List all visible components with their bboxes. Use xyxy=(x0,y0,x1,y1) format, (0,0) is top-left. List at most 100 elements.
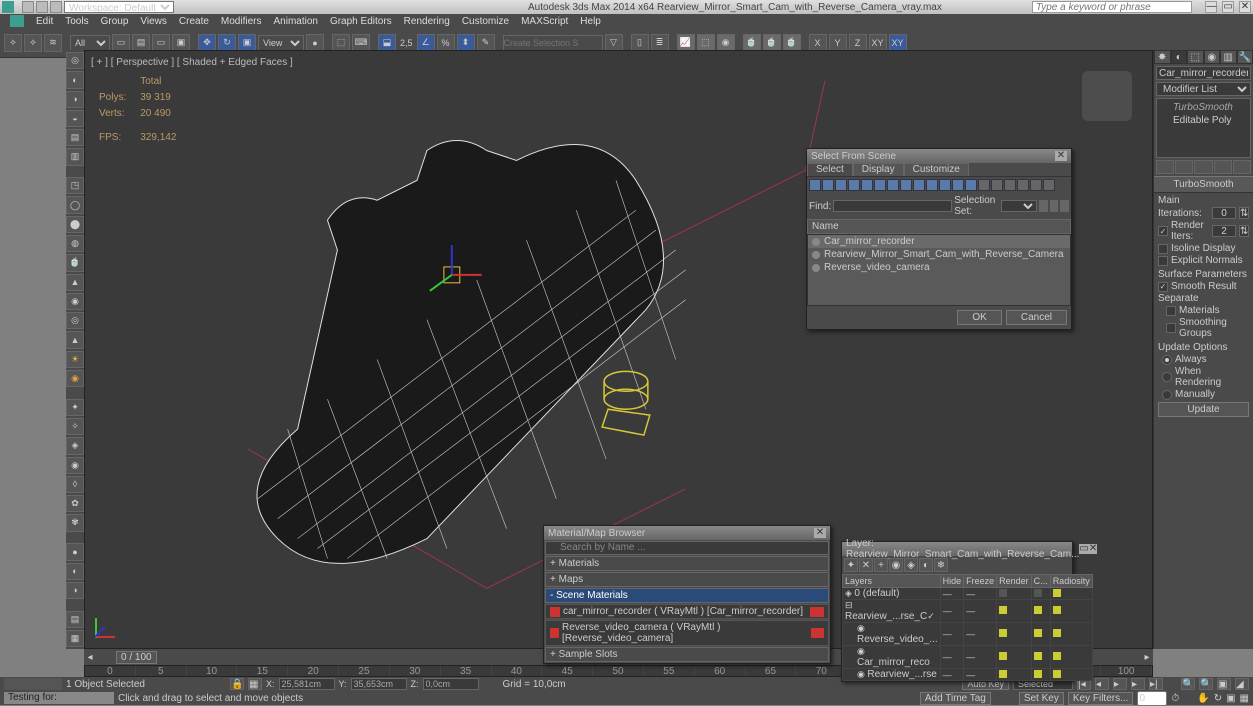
helper2-icon[interactable]: ◐ xyxy=(66,563,84,580)
prim-teapot-icon[interactable]: 🍵 xyxy=(66,254,84,271)
prim-cone-icon[interactable]: ▲ xyxy=(66,274,84,291)
mmb-cat-maps[interactable]: + Maps xyxy=(545,572,829,587)
light-omni-icon[interactable]: ◉ xyxy=(66,370,84,387)
menu-views[interactable]: Views xyxy=(140,16,167,27)
layer-row[interactable]: ◉ Rearview_...rse—— xyxy=(843,669,1093,681)
time-next-icon[interactable]: ▸ xyxy=(1141,652,1153,663)
menu-tools[interactable]: Tools xyxy=(65,16,88,27)
prim-box-icon[interactable]: ◳ xyxy=(66,177,84,194)
light-sun-icon[interactable]: ☀ xyxy=(66,351,84,368)
x-coord-input[interactable] xyxy=(279,678,335,690)
next-frame-icon[interactable]: ▸ xyxy=(1131,678,1145,690)
render-spin-btns[interactable]: ⇅ xyxy=(1239,225,1249,237)
tab-hierarchy-icon[interactable]: ◑ xyxy=(66,91,84,108)
tab-utilities[interactable]: 🔧 xyxy=(1237,50,1253,64)
prim-sphere-icon[interactable]: ◯ xyxy=(66,196,84,213)
goto-end-icon[interactable]: ▸| xyxy=(1149,678,1163,690)
align-icon[interactable]: ▯ xyxy=(631,34,649,52)
time-config-icon[interactable]: ⏱ xyxy=(1171,693,1179,704)
menu-customize[interactable]: Customize xyxy=(462,16,509,27)
manually-radio[interactable] xyxy=(1162,390,1172,400)
abs-rel-icon[interactable]: ▦ xyxy=(248,678,262,690)
constraint-y-icon[interactable]: Y xyxy=(829,34,847,52)
sfs-filter-icon[interactable] xyxy=(809,179,821,191)
bind-icon[interactable]: ≋ xyxy=(44,34,62,52)
time-handle[interactable]: 0 / 100 xyxy=(116,651,157,664)
menu-edit[interactable]: Edit xyxy=(36,16,53,27)
tab-motion-icon[interactable]: ◒ xyxy=(66,110,84,127)
prim-cyl-icon[interactable]: ⬤ xyxy=(66,216,84,233)
lyr-add-icon[interactable]: + xyxy=(874,558,888,572)
menu-group[interactable]: Group xyxy=(101,16,129,27)
pivot-icon[interactable]: ● xyxy=(306,34,324,52)
explicit-check[interactable] xyxy=(1158,256,1168,266)
unique-icon[interactable] xyxy=(1194,160,1212,174)
material-editor-icon[interactable]: ◉ xyxy=(717,34,735,52)
mmb-search-input[interactable]: Search by Name ... xyxy=(545,541,829,555)
mmb-cat-scene[interactable]: - Scene Materials xyxy=(545,588,829,603)
sfs-find-input[interactable] xyxy=(833,200,952,212)
modifier-list-select[interactable]: Modifier List xyxy=(1156,82,1251,96)
maximize-vp-icon[interactable]: ▣ xyxy=(1226,693,1235,704)
manipulate-icon[interactable]: ⬚ xyxy=(332,34,350,52)
sfs-tab-select[interactable]: Select xyxy=(807,163,853,176)
fov-icon[interactable]: ◢ xyxy=(1235,678,1249,690)
sfs-item-3[interactable]: Reverse_video_camera xyxy=(808,261,1070,274)
lyr-close-icon[interactable]: ✕ xyxy=(1089,544,1097,554)
always-radio[interactable] xyxy=(1162,355,1172,365)
tab-display-icon[interactable]: ▤ xyxy=(66,129,84,146)
prim-tube-icon[interactable]: ◎ xyxy=(66,312,84,329)
stack-turbosmooth[interactable]: TurboSmooth xyxy=(1159,101,1248,114)
move-icon[interactable]: ✥ xyxy=(198,34,216,52)
menu-modifiers[interactable]: Modifiers xyxy=(221,16,262,27)
tab-modify[interactable]: ◐ xyxy=(1171,50,1188,64)
named-sel-input[interactable] xyxy=(503,35,603,51)
mmb-item-1[interactable]: car_mirror_recorder ( VRayMtl ) [Car_mir… xyxy=(545,604,829,619)
prim-torus-icon[interactable]: ◍ xyxy=(66,235,84,252)
constraint-x-icon[interactable]: X xyxy=(809,34,827,52)
layer-row[interactable]: ⊟ Rearview_...rse_C✓—— xyxy=(843,600,1093,623)
workspace-select[interactable]: Workspace: Default xyxy=(64,1,174,13)
addtag-button[interactable]: Add Time Tag xyxy=(920,692,991,705)
render1-icon[interactable]: ▤ xyxy=(66,611,84,628)
keyfilters-button[interactable]: Key Filters... xyxy=(1068,692,1134,705)
update-button[interactable]: Update xyxy=(1158,402,1249,417)
render-iters-spinner[interactable]: 2 xyxy=(1212,225,1236,237)
sfs-name-header[interactable]: Name xyxy=(807,219,1071,234)
brush2-icon[interactable]: ✧ xyxy=(66,418,84,435)
prim-pyr-icon[interactable]: ▲ xyxy=(66,331,84,348)
time-prev-icon[interactable]: ◂ xyxy=(84,652,96,663)
tab-motion[interactable]: ◉ xyxy=(1204,50,1221,64)
lyr-min-icon[interactable]: ▭ xyxy=(1079,544,1088,554)
current-frame-input[interactable] xyxy=(1137,691,1167,706)
smooth-check[interactable]: ✓ xyxy=(1158,282,1168,292)
mmb-item-2[interactable]: Reverse_video_camera ( VRayMtl ) [Revers… xyxy=(545,620,829,646)
lyr-del-icon[interactable]: ✕ xyxy=(859,558,873,572)
sfs-list[interactable]: Car_mirror_recorder Rearview_Mirror_Smar… xyxy=(807,234,1071,306)
sfs-selset-select[interactable] xyxy=(1001,200,1038,212)
show-end-icon[interactable] xyxy=(1175,160,1193,174)
sfs-tab-customize[interactable]: Customize xyxy=(904,163,969,176)
app-menu-icon[interactable] xyxy=(10,15,24,27)
snap-toggle-icon[interactable]: ⬓ xyxy=(378,34,396,52)
paint4-icon[interactable]: ✿ xyxy=(66,495,84,512)
materials-check[interactable] xyxy=(1166,306,1176,316)
layer-row[interactable]: ◉ Car_mirror_reco—— xyxy=(843,646,1093,669)
percent-snap-icon[interactable]: % xyxy=(437,34,455,52)
pan-icon[interactable]: ✋ xyxy=(1197,693,1209,704)
paint1-icon[interactable]: ◈ xyxy=(66,437,84,454)
constraint-xy2-icon[interactable]: XY xyxy=(889,34,907,52)
trackbar-filter-icon[interactable] xyxy=(4,678,62,690)
sfs-item-1[interactable]: Car_mirror_recorder xyxy=(808,235,1070,248)
selection-filter[interactable]: All xyxy=(70,35,110,51)
select-object-icon[interactable]: ▭ xyxy=(112,34,130,52)
viewcube[interactable] xyxy=(1082,71,1132,121)
select-link-icon[interactable]: ⟡ xyxy=(4,34,22,52)
remove-mod-icon[interactable] xyxy=(1214,160,1232,174)
constraint-xy-icon[interactable]: XY xyxy=(869,34,887,52)
paint3-icon[interactable]: ◊ xyxy=(66,476,84,493)
layer-row[interactable]: ◉ Reverse_video_...—— xyxy=(843,623,1093,646)
select-rect-icon[interactable]: ▭ xyxy=(152,34,170,52)
zoom-icon[interactable]: 🔍 xyxy=(1181,678,1195,690)
layers-icon[interactable]: ≣ xyxy=(651,34,669,52)
